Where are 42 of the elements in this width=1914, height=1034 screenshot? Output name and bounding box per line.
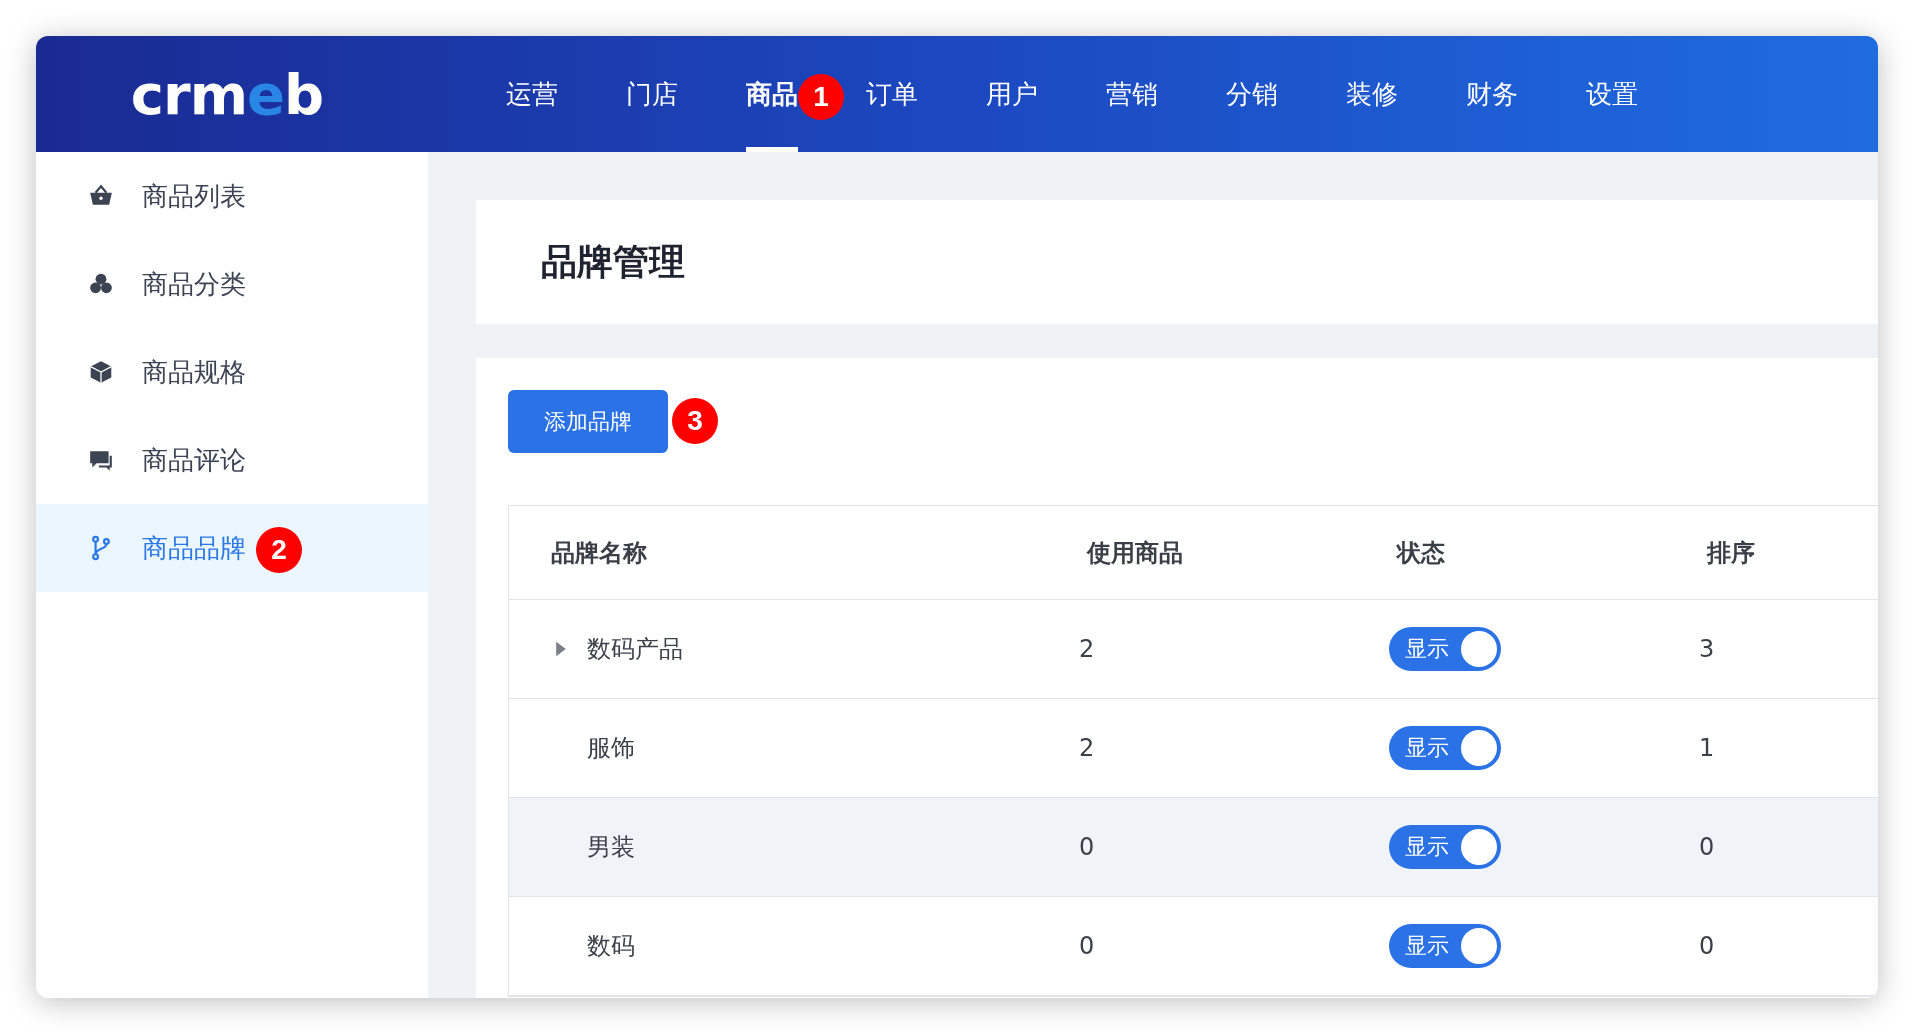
table-cell-text: 数码 [587, 931, 635, 962]
table-cell-text: 男装 [587, 832, 635, 863]
column-header: 排序 [1705, 537, 1756, 569]
nav-tab[interactable]: 设置 [1586, 36, 1638, 152]
status-switch[interactable]: 显示 [1389, 627, 1501, 671]
sidebar-item[interactable]: 商品品牌 2 [36, 504, 428, 592]
table-cell: 0 [1699, 833, 1715, 861]
nav-tab[interactable]: 分销 [1226, 36, 1278, 152]
sidebar-item[interactable]: 商品列表 [36, 152, 428, 240]
nav-tab[interactable]: 财务 [1466, 36, 1518, 152]
cube-icon [88, 359, 114, 385]
nav-tab[interactable]: 装修 [1346, 36, 1398, 152]
status-switch[interactable]: 显示 [1389, 924, 1501, 968]
logo: crmeb [130, 61, 324, 127]
status-switch[interactable]: 显示 [1389, 726, 1501, 770]
status-switch[interactable]: 显示 [1389, 825, 1501, 869]
nav-tab[interactable]: 营销 [1106, 36, 1158, 152]
table-cell: 3 [1699, 635, 1715, 663]
expand-caret-icon[interactable] [555, 639, 567, 659]
column-header: 使用商品 [1085, 537, 1184, 569]
nav-tab[interactable]: 用户 [986, 36, 1038, 152]
table-cell: 0 [1699, 932, 1715, 960]
column-header: 状态 [1395, 537, 1446, 569]
add-brand-button[interactable]: 添加品牌 [508, 390, 668, 453]
step-badge: 2 [256, 527, 302, 573]
table-cell-text: 数码产品 [587, 634, 683, 665]
step-badge: 1 [798, 74, 844, 120]
column-header: 品牌名称 [550, 537, 648, 569]
step-badge: 3 [672, 398, 718, 444]
sidebar-item[interactable]: 商品评论 [36, 416, 428, 504]
table-cell: 1 [1699, 734, 1715, 762]
sidebar-item[interactable]: 商品分类 [36, 240, 428, 328]
table-cell-text: 服饰 [587, 733, 635, 764]
table-cell: 0 [1079, 932, 1095, 960]
page-title: 品牌管理 [541, 239, 685, 284]
nav-tab[interactable]: 订单 [866, 36, 918, 152]
nav-tab[interactable]: 门店 [626, 36, 678, 152]
table-cell: 0 [1079, 833, 1095, 861]
sidebar-item[interactable]: 商品规格 [36, 328, 428, 416]
table-cell: 2 [1079, 734, 1095, 762]
table-cell: 2 [1079, 635, 1095, 663]
nav-tab[interactable]: 运营 [506, 36, 558, 152]
